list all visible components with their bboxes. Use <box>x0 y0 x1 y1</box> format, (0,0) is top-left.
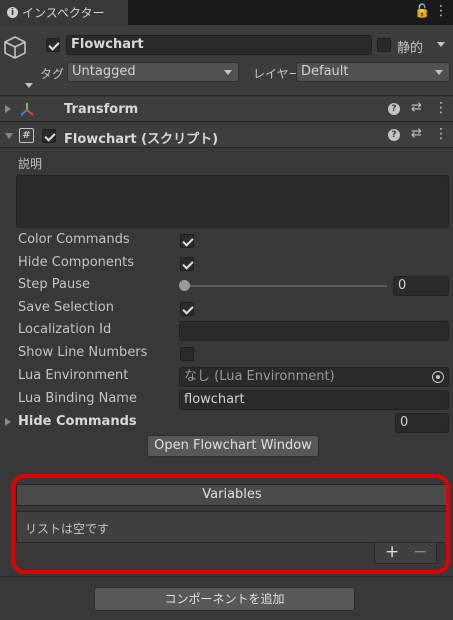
help-icon[interactable]: ? <box>388 103 400 115</box>
lua-environment-label: Lua Environment <box>18 368 129 383</box>
step-pause-input[interactable]: 0 <box>393 276 449 296</box>
lua-binding-name-input[interactable]: flowchart <box>179 390 449 410</box>
tag-label: タグ <box>40 67 65 81</box>
color-commands-label: Color Commands <box>18 232 130 247</box>
transform-title: Transform <box>64 102 139 117</box>
more-icon[interactable]: ⋮ <box>434 100 448 116</box>
chevron-down-icon <box>224 70 232 75</box>
lock-icon[interactable]: 🔓 <box>414 4 430 19</box>
open-flowchart-window-button[interactable]: Open Flowchart Window <box>147 435 319 457</box>
foldout-closed-icon[interactable] <box>5 105 11 113</box>
description-label: 説明 <box>18 157 43 171</box>
tab-inspector[interactable]: i インスペクター <box>0 0 128 25</box>
layer-value: Default <box>301 64 349 79</box>
localization-id-label: Localization Id <box>18 322 112 337</box>
tag-dropdown[interactable]: Untagged <box>67 62 239 82</box>
help-icon[interactable]: ? <box>388 129 400 141</box>
hide-commands-size-input[interactable]: 0 <box>395 413 449 433</box>
save-selection-checkbox[interactable] <box>180 302 194 316</box>
preset-icon[interactable]: ⇄ <box>411 126 422 141</box>
step-pause-slider-track[interactable] <box>184 285 387 287</box>
more-icon[interactable]: ⋮ <box>434 126 448 142</box>
divider <box>0 576 453 577</box>
hide-commands-foldout-icon[interactable] <box>5 418 11 426</box>
chevron-down-icon <box>435 70 443 75</box>
tab-bar: i インスペクター 🔓 ⋮ <box>0 0 453 25</box>
localization-id-input[interactable] <box>179 321 449 341</box>
flowchart-enabled-checkbox[interactable] <box>42 129 56 143</box>
active-checkbox[interactable] <box>46 38 60 52</box>
tab-menu-icon[interactable]: ⋮ <box>434 3 448 19</box>
step-pause-slider-handle[interactable] <box>179 280 190 291</box>
object-picker-icon[interactable] <box>432 371 444 383</box>
object-name-input[interactable]: Flowchart <box>66 35 372 55</box>
add-component-button[interactable]: コンポーネントを追加 <box>94 587 355 611</box>
preset-icon[interactable]: ⇄ <box>411 100 422 115</box>
gameobject-cube-icon <box>4 36 26 59</box>
static-dropdown-arrow-icon[interactable] <box>437 42 445 47</box>
icon-dropdown-arrow-icon[interactable] <box>25 83 33 88</box>
layer-dropdown[interactable]: Default <box>296 62 450 82</box>
lua-environment-value: なし (Lua Environment) <box>184 369 335 384</box>
variables-empty-text: リストは空です <box>25 522 110 536</box>
flowchart-component-header[interactable]: # Flowchart (スクリプト) ? ⇄ ⋮ <box>0 123 453 148</box>
variables-footer: + − <box>374 543 437 564</box>
gameobject-header: Flowchart 静的 タグ Untagged レイヤー Default <box>0 25 453 96</box>
script-hash-icon: # <box>19 128 34 143</box>
color-commands-checkbox[interactable] <box>180 234 194 248</box>
variables-header: Variables <box>16 484 448 506</box>
show-line-numbers-label: Show Line Numbers <box>18 345 148 360</box>
tab-inspector-label: インスペクター <box>22 6 105 20</box>
tag-value: Untagged <box>72 64 136 79</box>
transform-component-header[interactable]: Transform ? ⇄ ⋮ <box>0 97 453 122</box>
static-checkbox[interactable] <box>377 38 391 52</box>
save-selection-label: Save Selection <box>18 300 114 315</box>
description-textarea[interactable] <box>16 175 449 228</box>
flowchart-title: Flowchart (スクリプト) <box>64 132 219 147</box>
foldout-open-icon[interactable] <box>5 133 13 139</box>
remove-variable-icon[interactable]: − <box>413 543 427 562</box>
static-label: 静的 <box>397 41 424 56</box>
hide-commands-label[interactable]: Hide Commands <box>18 414 137 429</box>
show-line-numbers-checkbox[interactable] <box>180 347 194 361</box>
hide-components-checkbox[interactable] <box>180 257 194 271</box>
hide-components-label: Hide Components <box>18 255 135 270</box>
step-pause-label: Step Pause <box>18 277 90 292</box>
add-variable-icon[interactable]: + <box>385 543 399 562</box>
layer-label: レイヤー <box>253 67 301 81</box>
lua-environment-object-field[interactable]: なし (Lua Environment) <box>179 367 449 387</box>
info-icon: i <box>7 7 18 18</box>
lua-binding-name-label: Lua Binding Name <box>18 391 137 406</box>
variables-list: リストは空です <box>16 511 448 543</box>
transform-axes-icon <box>20 103 34 116</box>
